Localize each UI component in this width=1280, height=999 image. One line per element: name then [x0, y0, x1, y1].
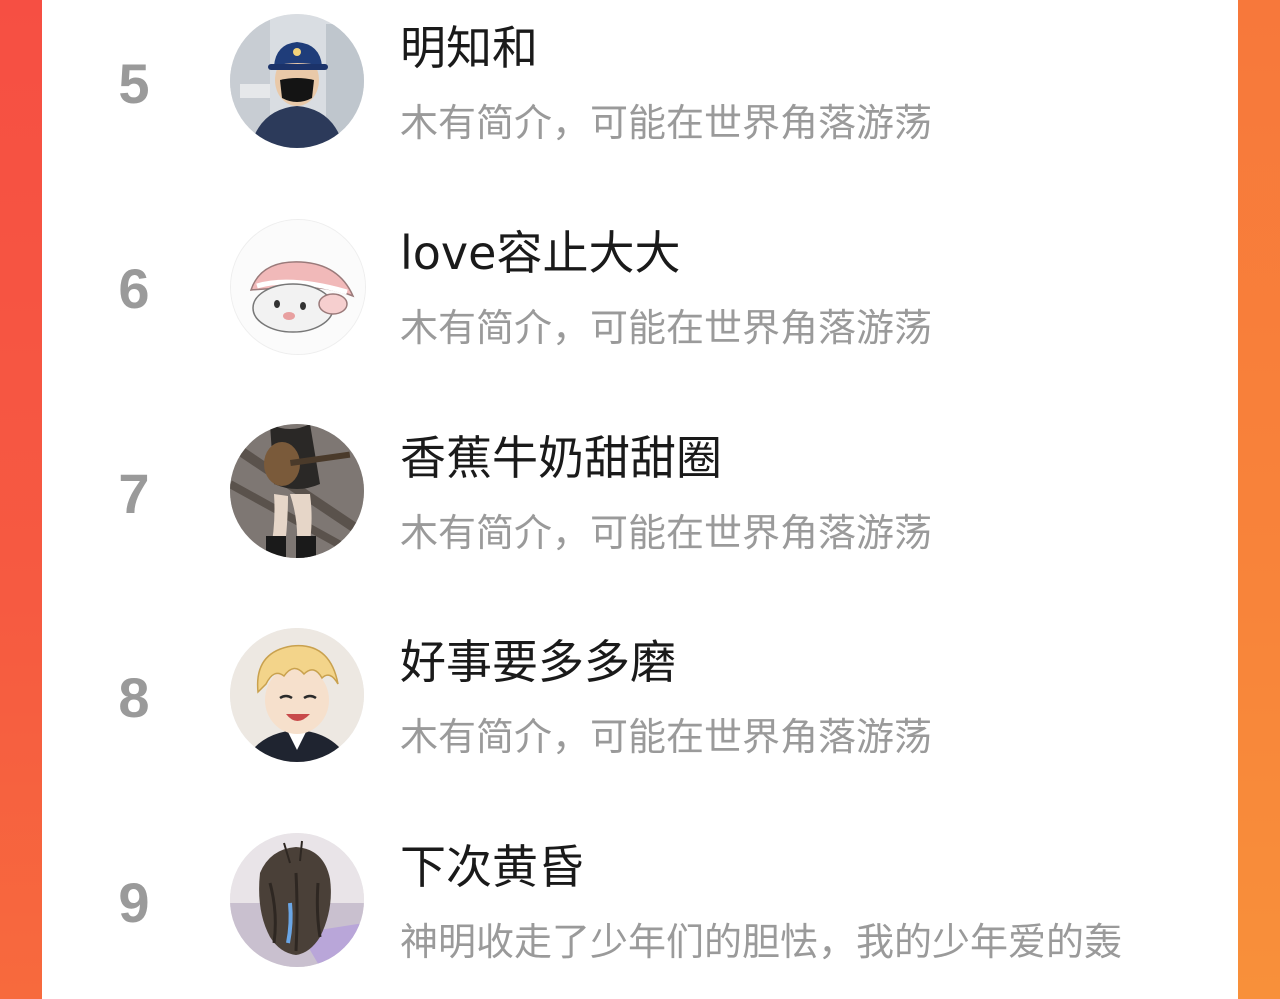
avatar[interactable] — [230, 628, 364, 762]
list-item[interactable]: 6 love容止大大 木有简介，可能在世界角落游荡 — [42, 219, 1238, 359]
hamster-cartoon-avatar-icon — [231, 220, 365, 354]
list-item[interactable]: 5 明知和 木有简介，可能在世界角落游荡 — [42, 14, 1238, 154]
user-name[interactable]: 明知和 — [400, 18, 538, 78]
avatar[interactable] — [230, 833, 364, 967]
user-bio: 神明收走了少年们的胆怯，我的少年爱的轰 — [400, 920, 1123, 964]
list-item[interactable]: 8 好事要多多磨 木有简介，可能在世界角落游荡 — [42, 628, 1238, 768]
avatar[interactable] — [230, 424, 364, 558]
user-bio: 木有简介，可能在世界角落游荡 — [400, 306, 933, 350]
user-name[interactable]: 好事要多多磨 — [400, 632, 676, 692]
ranking-list-card: 5 明知和 木有简介，可能在世界角落游荡 6 love容止大大 木有简介，可能在… — [42, 0, 1238, 999]
avatar[interactable] — [230, 219, 366, 355]
user-bio: 木有简介，可能在世界角落游荡 — [400, 715, 933, 759]
user-bio: 木有简介，可能在世界角落游荡 — [400, 101, 933, 145]
user-bio: 木有简介，可能在世界角落游荡 — [400, 511, 933, 555]
avatar[interactable] — [230, 14, 364, 148]
anime-boy-avatar-icon — [230, 628, 364, 762]
left-orange-border — [0, 0, 42, 999]
person-in-cap-mask-avatar-icon — [230, 14, 364, 148]
girl-back-of-head-avatar-icon — [230, 833, 364, 967]
user-name[interactable]: 香蕉牛奶甜甜圈 — [400, 428, 722, 488]
rank-number: 8 — [118, 666, 150, 729]
user-name[interactable]: love容止大大 — [400, 223, 680, 283]
rank-number: 5 — [118, 52, 150, 115]
list-item[interactable]: 7 香蕉牛奶甜甜圈 木有简介，可能在世界角落游荡 — [42, 424, 1238, 564]
right-orange-border — [1238, 0, 1280, 999]
user-name[interactable]: 下次黄昏 — [400, 837, 584, 897]
girl-with-guitar-avatar-icon — [230, 424, 364, 558]
rank-number: 9 — [118, 871, 150, 934]
rank-number: 6 — [118, 257, 150, 320]
list-item[interactable]: 9 下次黄昏 神明收走了少年们的胆怯，我的少年爱的轰 — [42, 833, 1238, 973]
rank-number: 7 — [118, 462, 150, 525]
